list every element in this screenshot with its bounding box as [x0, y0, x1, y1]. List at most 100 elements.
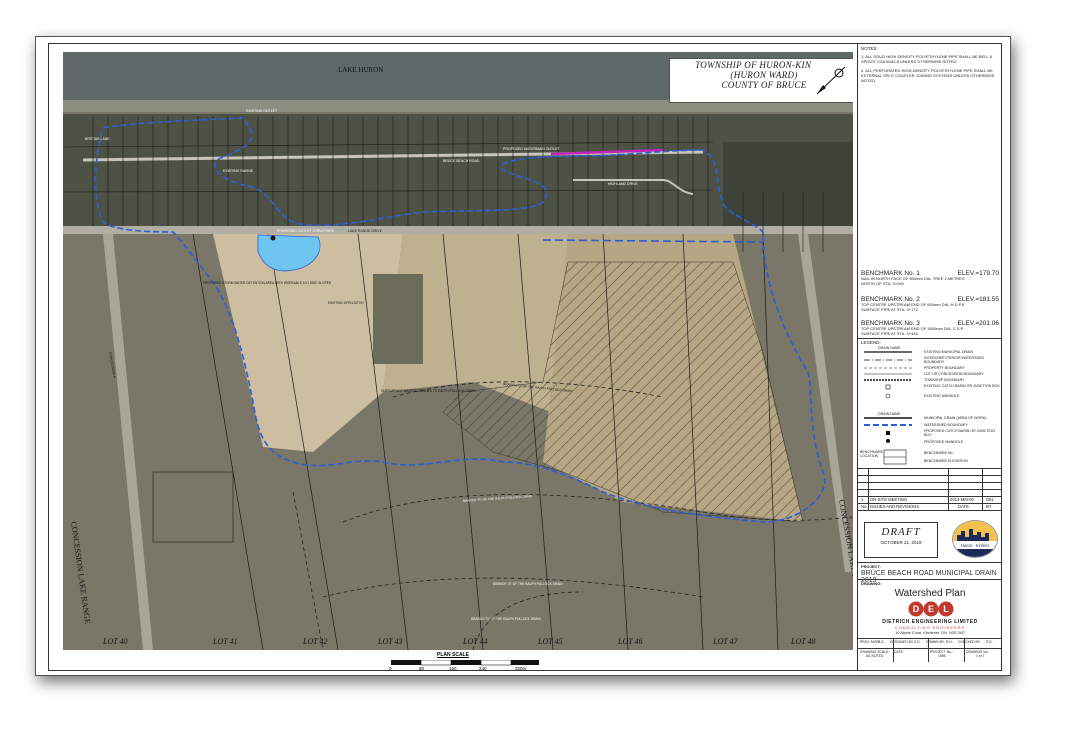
- scale-tick: 320m: [515, 666, 527, 671]
- title-block-row-2: DRAWING SCALE: AS NOTED DATE: PROJECT No…: [858, 649, 1002, 658]
- draft-title: DRAFT: [881, 526, 921, 538]
- legend-item: EXISTING MANHOLE: [924, 394, 960, 398]
- rev-header-by: BY: [986, 504, 992, 509]
- tb-cell: S.D.: [986, 640, 993, 644]
- huron-kinloss-logo: Huron - Kinloss: [952, 520, 998, 558]
- divider: [982, 468, 983, 510]
- project-label: PROJECT:: [861, 564, 881, 569]
- legend-item: TOWNSHIP BOUNDARY: [924, 378, 965, 382]
- svg-text:E: E: [928, 604, 934, 614]
- aerial-map: LAKE HURON BRITTAS LANE BRUCE BEACH ROAD…: [63, 52, 853, 650]
- tb-cell: S.D.: [914, 640, 921, 644]
- rev-header-no: No.: [861, 504, 868, 509]
- benchmark-1: BENCHMARK No. 1 ELEV.=179.70 NAIL IN NORT…: [861, 270, 999, 286]
- shore-lane-label: BRITTAS LANE: [85, 137, 110, 141]
- proposed-storm-water-label: PROPOSED STORM WATER DETENTION AREA WITH…: [203, 281, 331, 285]
- farmstead: [373, 274, 423, 364]
- legend-item: BENCHMARK ELEVATION: [924, 459, 968, 463]
- branch-a-label: BRANCH "A" OF THE RALPH POLLOCK DRAIN: [493, 582, 563, 586]
- note-item: 1. ALL SOLID HIGH DENSITY POLYETHYLENE P…: [861, 54, 993, 64]
- divider: [948, 468, 949, 510]
- del-logo: D E L: [908, 601, 954, 617]
- revision-row: 1. ON-SITE MEETING 2013-MM-00 DEL: [858, 496, 1002, 503]
- existing-ravine-label: EXISTING RAVINE: [223, 169, 254, 173]
- revision-header: No. ISSUES AND REVISIONS DATE BY: [858, 503, 1002, 510]
- plan-scale-label: PLAN SCALE: [437, 652, 469, 658]
- divider: [858, 489, 1002, 490]
- draft-date: OCTOBER 21, 2019: [880, 540, 922, 545]
- divider: [893, 638, 894, 662]
- drawing-sheet: LAKE HURON BRITTAS LANE BRUCE BEACH ROAD…: [35, 36, 1011, 676]
- tb-cell: CHECKED BY:: [958, 640, 981, 644]
- scale-tick: 80: [419, 666, 425, 671]
- tb-cell: PROJ. MGR:: [860, 640, 880, 644]
- legend-drain-name: DRAIN NAME: [878, 346, 901, 350]
- map-svg: LAKE HURON BRITTAS LANE BRUCE BEACH ROAD…: [63, 52, 853, 650]
- drawing-label: DRAWING:: [861, 581, 882, 586]
- rev-no: 1.: [861, 497, 865, 502]
- divider: [964, 638, 965, 662]
- draft-stamp: DRAFT OCTOBER 21, 2019: [864, 522, 938, 558]
- firm-subtitle: CONSULTING ENGINEERS: [894, 625, 966, 630]
- proposed-outlet-label: PROPOSED OUTLET STRUCTURE: [277, 229, 335, 233]
- tb-cell: S.D.: [878, 640, 885, 644]
- firm-address: 10 Alpine Court, Kitchener, ON, N2E 2M7: [895, 631, 965, 635]
- tb-cell: R.H.: [946, 640, 953, 644]
- benchmark-desc: NAIL IN NORTH FACE OF 600mm DIA. TREE 2 …: [861, 276, 965, 286]
- rev-header-desc: ISSUES AND REVISIONS: [870, 504, 920, 509]
- divider: [868, 468, 869, 510]
- outlet-structure-marker: [270, 235, 276, 241]
- divider: [858, 579, 1002, 580]
- legend-item: EXISTING CATCH BASIN OR JUNCTION BOX: [924, 384, 1000, 388]
- proposed-watermain-label: PROPOSED WATERMAIN OUTLET: [503, 147, 560, 151]
- tb-cell: DATE:: [894, 650, 904, 654]
- plan-scale: PLAN SCALE 0 80 160 240 320m: [389, 652, 569, 678]
- divider: [928, 638, 929, 662]
- drawing-border: LAKE HURON BRITTAS LANE BRUCE BEACH ROAD…: [48, 43, 1002, 671]
- lot-label: LOT 43: [377, 637, 403, 646]
- notes-heading: NOTES:: [861, 46, 878, 51]
- scale-tick: 240: [479, 666, 487, 671]
- lake-range-drive: [63, 226, 853, 234]
- legend-item: LOT OR CONCESSION BOUNDARY: [924, 372, 984, 376]
- scale-tick: 160: [449, 666, 457, 671]
- svg-text:L: L: [943, 604, 949, 614]
- lot-label: LOT 47: [712, 637, 739, 646]
- legend-bm-location: BENCHMARK LOCATION: [860, 450, 883, 458]
- legend-item: WATERSHED BOUNDARY: [924, 423, 968, 427]
- lot-label: LOT 48: [790, 637, 816, 646]
- title-block-row-1: PROJ. MGR: S.D. DESIGNED BY: S.D. DRAWN …: [858, 639, 1002, 648]
- rev-by: DEL: [986, 497, 995, 502]
- divider: [858, 468, 1002, 469]
- lot-label: LOT 45: [537, 637, 563, 646]
- north-arrow-icon: [811, 61, 851, 99]
- legend-item: PROPERTY BOUNDARY: [924, 366, 965, 370]
- legend-item: BENCHMARK No.: [924, 451, 954, 455]
- lot-label: LOT 44: [462, 637, 488, 646]
- drawing-title: Watershed Plan: [894, 588, 966, 599]
- lake-range-drive-label: LAKE RANGE DRIVE: [348, 229, 383, 233]
- benchmark-desc: TOP CENTRE UPSTREAM END OF 600mm DIA. H.…: [861, 302, 966, 312]
- branch-d-label: BRANCH "D" OF THE RALPH POLLOCK DRAIN: [471, 617, 541, 621]
- subsurface-waters-label: SUBSURFACE WATERS DRAINED TO RALPH POLLO…: [381, 389, 476, 393]
- svg-text:D: D: [913, 604, 920, 614]
- lot-label: LOT 40: [102, 637, 128, 646]
- existing-outlet-label: EXISTING OUTLET: [246, 109, 278, 113]
- benchmark-2: BENCHMARK No. 2 ELEV.=181.55 TOP CENTRE U…: [861, 296, 999, 312]
- legend-item: PROPOSED MANHOLE: [924, 440, 964, 444]
- legend-drain-name: DRAIN NAME: [878, 412, 901, 416]
- lake-label: LAKE HURON: [338, 66, 383, 74]
- legend-item: INTERIOR/EXTERIOR WATERSHED BOUNDARY: [924, 356, 985, 364]
- benchmark-3: BENCHMARK No. 3 ELEV.=201.06 TOP CENTRE U…: [861, 320, 999, 336]
- legend-item: EXISTING MUNICIPAL DRAIN: [924, 350, 974, 354]
- scale-tick: 0: [389, 666, 392, 671]
- divider: [858, 475, 1002, 476]
- highland-drive-label: HIGHLAND DRIVE: [608, 182, 638, 186]
- divider: [858, 338, 1002, 339]
- existing-open-ditch-label: EXISTING OPEN DITCH: [328, 301, 364, 305]
- divider: [858, 482, 1002, 483]
- benchmark-desc: TOP CENTRE UPSTREAM END OF 1800mm DIA. C…: [861, 326, 964, 336]
- tb-cell: 1956: [938, 654, 946, 658]
- lot-label: LOT 46: [617, 637, 643, 646]
- lot-label: LOT 42: [302, 637, 328, 646]
